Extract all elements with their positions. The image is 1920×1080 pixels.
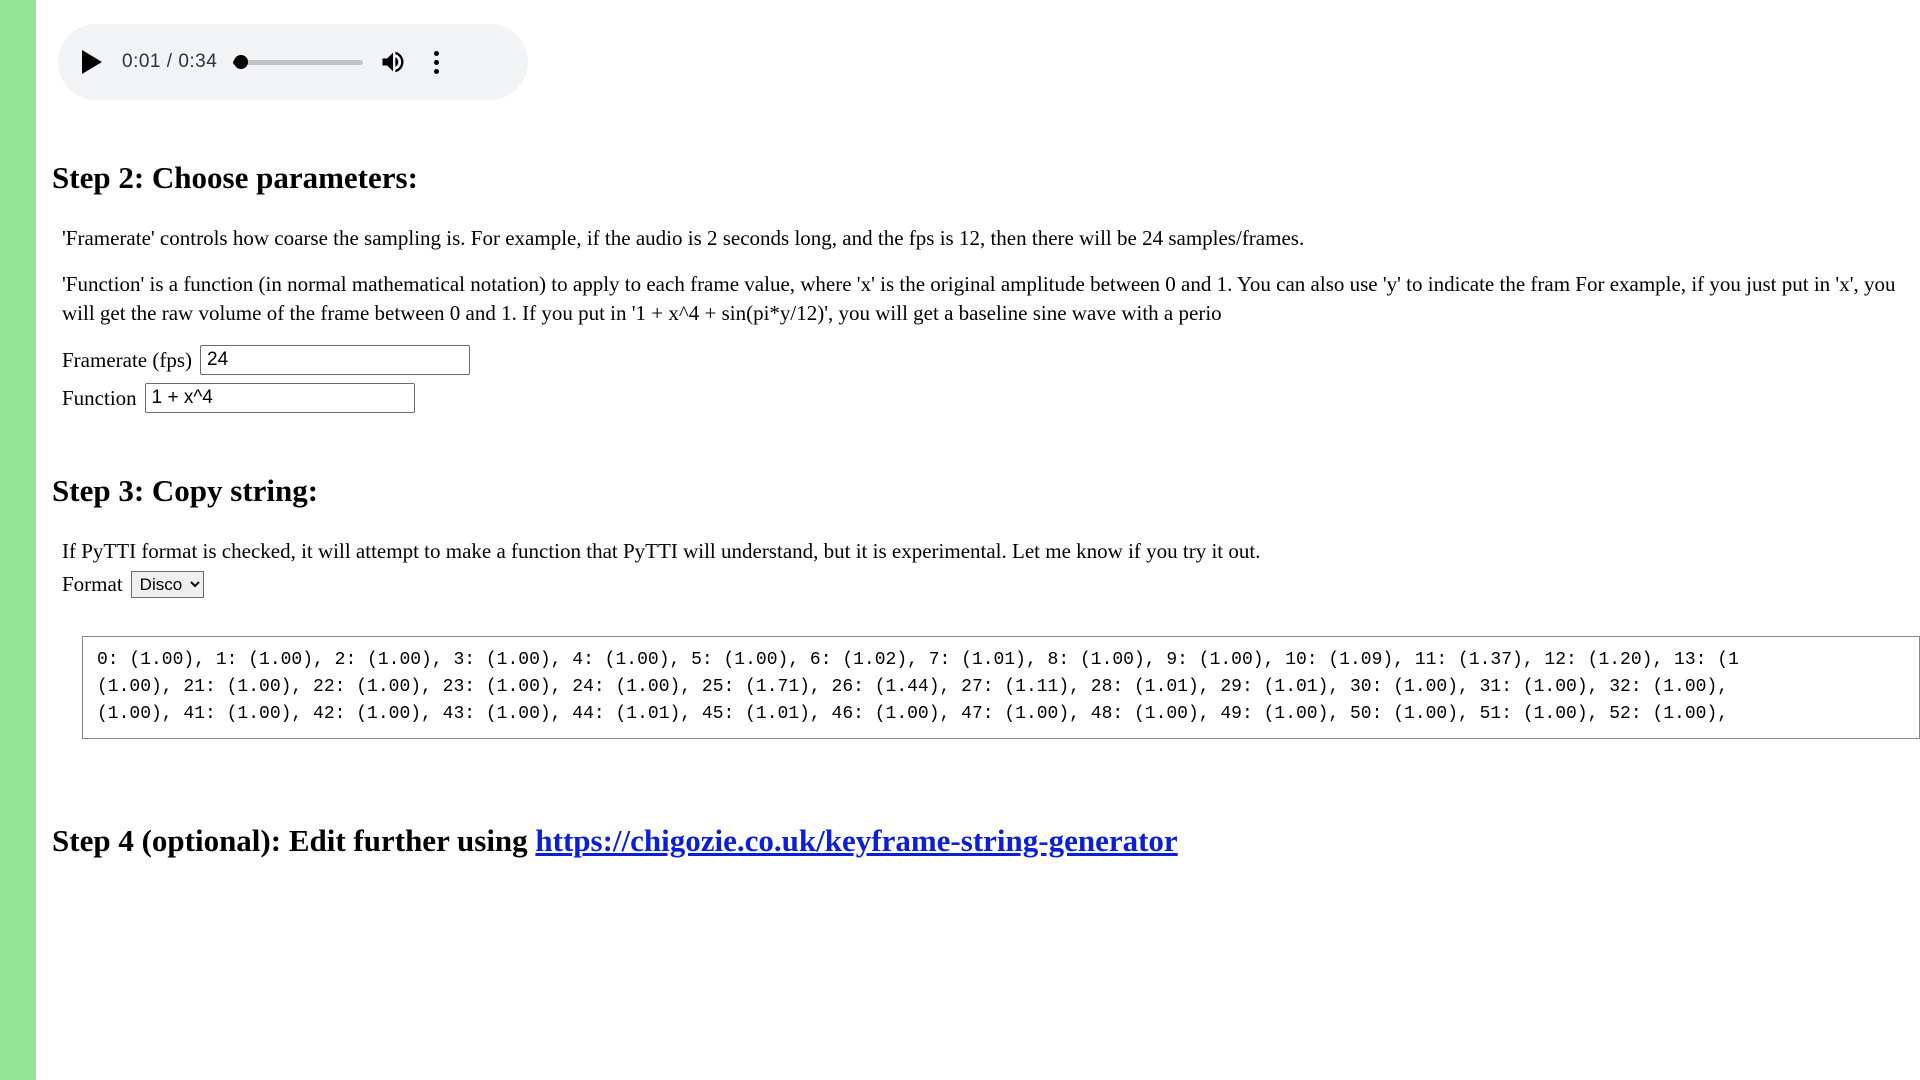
audio-current-time: 0:01 — [122, 51, 161, 72]
function-input[interactable] — [145, 383, 415, 413]
audio-progress-track[interactable] — [233, 60, 363, 65]
file-upload-row: Datei auswählen Trommeln.mp3 — [62, 0, 1920, 2]
audio-time-display: 0:01 / 0:34 — [122, 51, 217, 73]
format-row: Format Disco — [52, 571, 1920, 598]
format-label: Format — [62, 572, 123, 597]
output-line-2: (1.00), 41: (1.00), 42: (1.00), 43: (1.0… — [97, 701, 1905, 728]
output-line-0: 0: (1.00), 1: (1.00), 2: (1.00), 3: (1.0… — [97, 647, 1905, 674]
step4-heading-prefix: Step 4 (optional): Edit further using — [52, 823, 535, 858]
function-label: Function — [62, 386, 137, 411]
keyframe-generator-link[interactable]: https://chigozie.co.uk/keyframe-string-g… — [535, 823, 1177, 858]
framerate-input[interactable] — [200, 345, 470, 375]
step4-heading: Step 4 (optional): Edit further using ht… — [52, 823, 1920, 859]
volume-icon[interactable] — [379, 48, 407, 76]
kebab-menu-icon[interactable] — [423, 49, 449, 75]
main-content: Datei auswählen Trommeln.mp3 0:01 / 0:34… — [52, 0, 1920, 859]
framerate-description: 'Framerate' controls how coarse the samp… — [52, 224, 1920, 252]
play-icon[interactable] — [82, 50, 102, 74]
audio-player: 0:01 / 0:34 — [58, 24, 528, 100]
audio-duration: 0:34 — [178, 51, 217, 72]
function-description: 'Function' is a function (in normal math… — [52, 270, 1920, 327]
side-accent-bar — [0, 0, 36, 1080]
pytti-note: If PyTTI format is checked, it will atte… — [52, 537, 1920, 565]
format-select[interactable]: Disco — [131, 571, 204, 598]
step2-heading: Step 2: Choose parameters: — [52, 160, 1920, 196]
output-line-1: (1.00), 21: (1.00), 22: (1.00), 23: (1.0… — [97, 674, 1905, 701]
framerate-label: Framerate (fps) — [62, 348, 192, 373]
function-row: Function — [52, 383, 1920, 413]
output-string-box[interactable]: 0: (1.00), 1: (1.00), 2: (1.00), 3: (1.0… — [82, 636, 1920, 739]
framerate-row: Framerate (fps) — [52, 345, 1920, 375]
step3-heading: Step 3: Copy string: — [52, 473, 1920, 509]
audio-progress-thumb[interactable] — [234, 55, 248, 69]
